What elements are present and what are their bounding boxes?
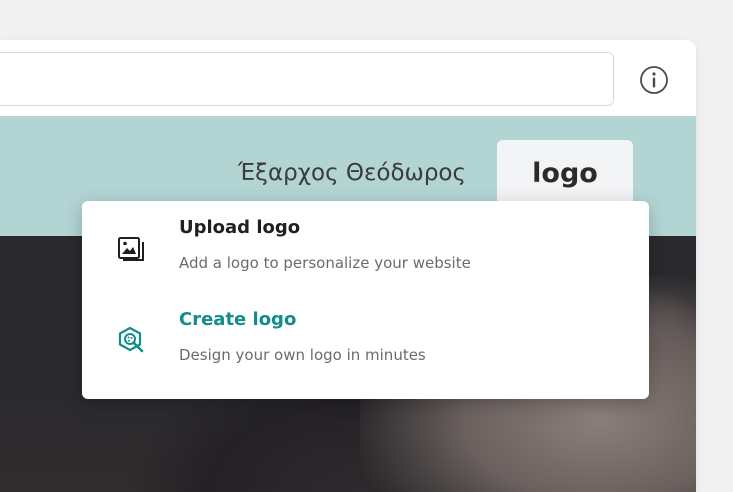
info-icon[interactable] xyxy=(638,64,670,96)
url-input[interactable] xyxy=(0,52,614,106)
create-logo-option[interactable]: Create logo Design your own logo in minu… xyxy=(82,299,649,391)
logo-dropdown-menu: Upload logo Add a logo to personalize yo… xyxy=(82,201,649,399)
upload-logo-option[interactable]: Upload logo Add a logo to personalize yo… xyxy=(82,207,649,299)
top-toolbar xyxy=(0,40,696,116)
logo-button[interactable]: logo xyxy=(497,140,633,206)
site-name[interactable]: Έξαρχος Θεόδωρος xyxy=(238,160,466,186)
create-logo-description: Design your own logo in minutes xyxy=(179,346,426,364)
upload-logo-title: Upload logo xyxy=(179,217,301,238)
upload-logo-description: Add a logo to personalize your website xyxy=(179,254,471,272)
create-logo-title: Create logo xyxy=(179,309,297,330)
image-upload-icon xyxy=(116,235,146,265)
logo-maker-icon xyxy=(116,325,146,355)
